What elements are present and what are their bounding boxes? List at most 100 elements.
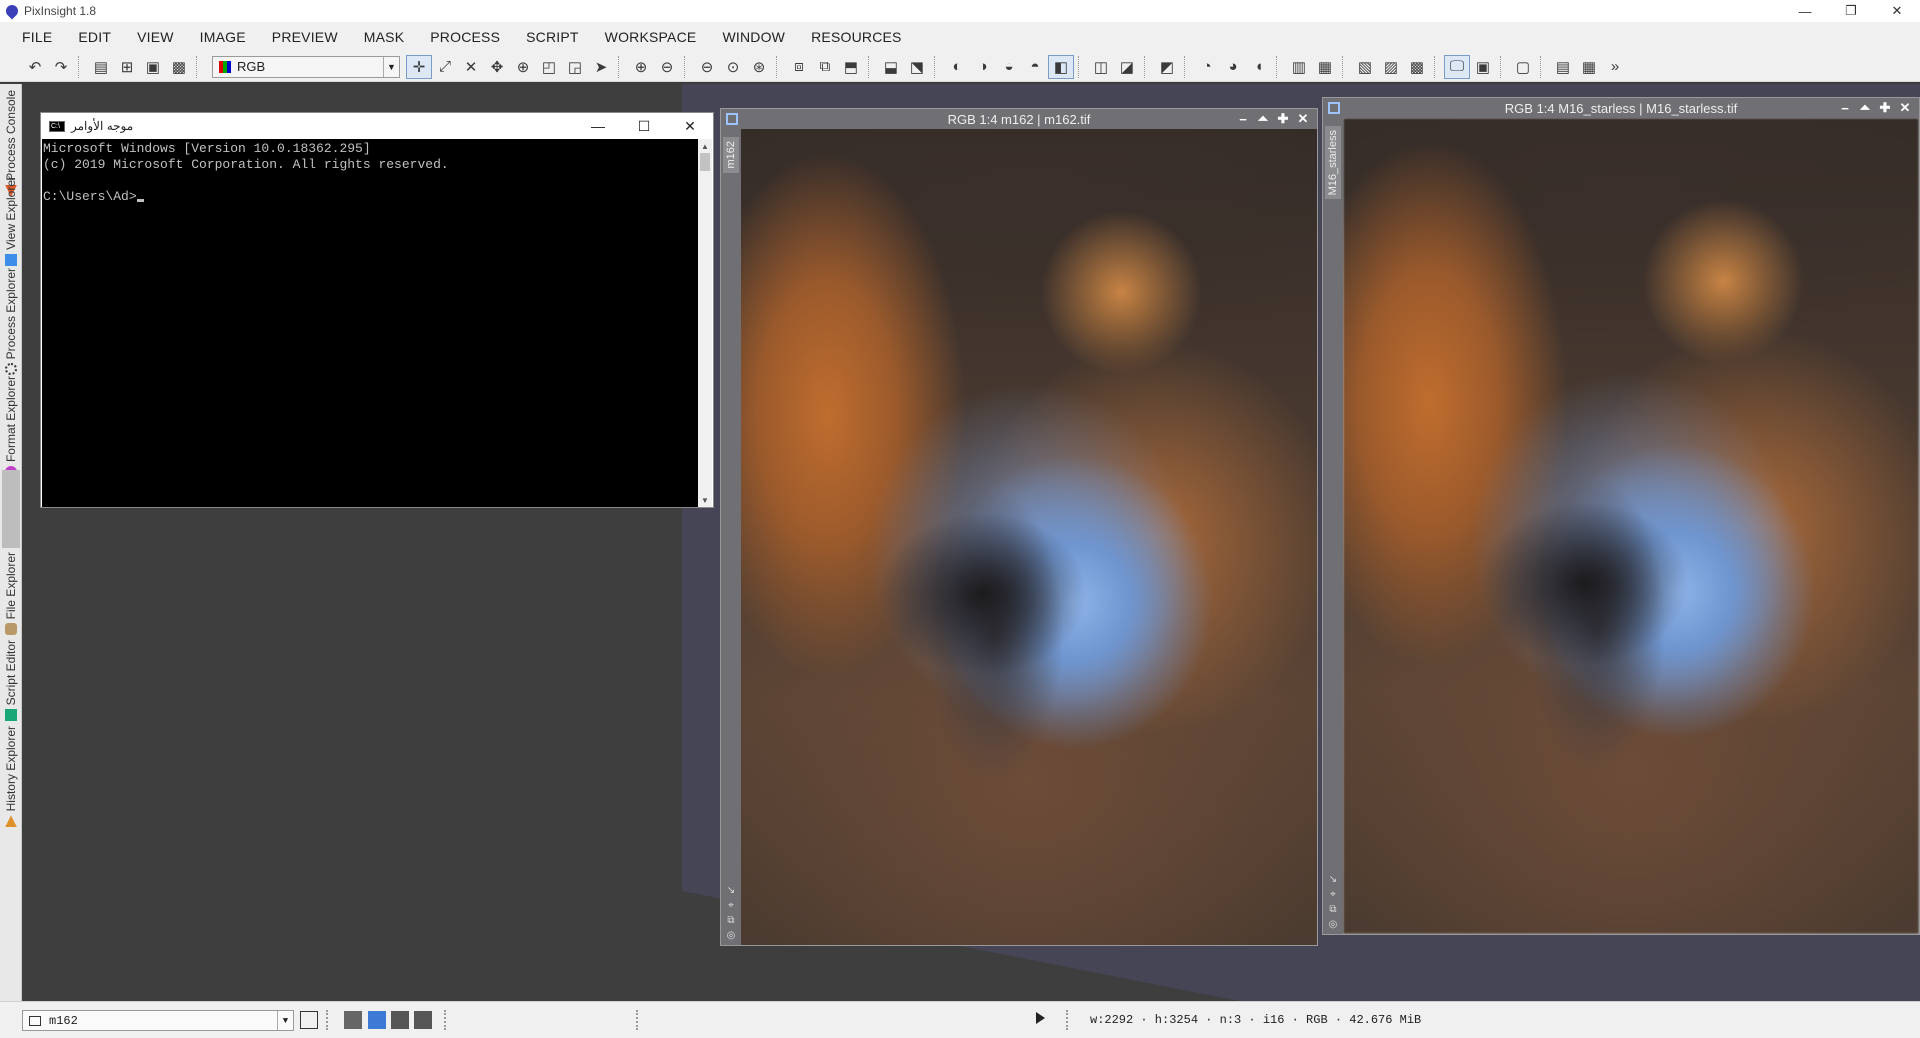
new-preview-mode-icon[interactable]: ◰ [536,55,562,79]
menu-view[interactable]: VIEW [127,29,190,45]
menu-workspace[interactable]: WORKSPACE [595,29,713,45]
view-selector[interactable]: m162 ▼ [22,1010,294,1031]
window-menu-icon[interactable] [726,113,738,125]
display-channel-icon[interactable] [391,1011,409,1029]
select-pointer-icon[interactable]: ➤ [588,55,614,79]
process-icon[interactable]: ▦ [1312,55,1338,79]
fit-view-icon[interactable]: ⧈ [786,55,812,79]
cmd-close-button[interactable]: ✕ [667,113,713,139]
shade-icon[interactable]: ⏶ [1855,100,1875,116]
preview-restore-icon[interactable]: ◩ [1154,55,1180,79]
zoom-out-mode-icon[interactable]: ✕ [458,55,484,79]
minimize-icon[interactable]: − [1835,101,1855,116]
center-mode-icon[interactable]: ⊕ [510,55,536,79]
process-container-icon[interactable]: ▥ [1286,55,1312,79]
image-viewport[interactable] [1343,118,1919,934]
minimize-button[interactable]: — [1782,0,1828,22]
mask-invert-icon[interactable]: ◒ [996,55,1022,79]
cmd-console-output[interactable]: Microsoft Windows [Version 10.0.18362.29… [42,139,699,507]
scroll-up-icon[interactable]: ▲ [698,139,712,153]
stf-icon[interactable]: ◔ [1194,55,1220,79]
maximize-icon[interactable]: ✚ [1875,100,1895,116]
zoom-in-icon[interactable]: ⊕ [628,55,654,79]
copy-icon[interactable]: ⧉ [727,915,734,926]
resources-icon[interactable]: ▤ [1550,55,1576,79]
preview-icon[interactable]: ◫ [1088,55,1114,79]
close-button[interactable]: ✕ [1874,0,1920,22]
image-window-m16-starless[interactable]: RGB 1:4 M16_starless | M16_starless.tif … [1322,97,1920,935]
script-edit-icon[interactable]: ▨ [1378,55,1404,79]
cmd-maximize-button[interactable]: ☐ [621,113,667,139]
shade-icon[interactable]: ⏶ [1253,111,1273,127]
view-window-icon[interactable] [300,1011,318,1029]
mask-select-icon[interactable]: ◑ [970,55,996,79]
mask-show-icon[interactable]: ◧ [1048,54,1074,79]
menu-mask[interactable]: MASK [354,29,420,45]
copy-icon[interactable]: ⧉ [1329,904,1336,915]
image-window-m162[interactable]: RGB 1:4 m162 | m162.tif − ⏶ ✚ ✕ m162 ↘ ⌖… [720,108,1318,946]
arrow-icon[interactable]: ↘ [1329,874,1337,885]
toolbar-overflow[interactable]: » [1602,55,1628,79]
tab-format-explorer[interactable]: Format Explorer [0,376,22,479]
tab-process-explorer[interactable]: Process Explorer [0,268,22,376]
display-channel-rgb-icon[interactable] [344,1011,362,1029]
mask-remove-icon[interactable]: ◓ [1022,55,1048,79]
zoom-fit-icon[interactable]: ⊙ [720,55,746,79]
restore-button[interactable]: ❐ [1828,0,1874,22]
window-menu-icon[interactable] [1328,102,1340,114]
zoom-in-mode-icon[interactable]: ⤢ [432,55,458,79]
view-identifier-tab[interactable]: M16_starless [1325,126,1341,200]
screen-fit-icon[interactable]: ⬒ [838,55,864,79]
menu-preview[interactable]: PREVIEW [262,29,354,45]
scroll-down-icon[interactable]: ▼ [698,493,712,507]
cmd-minimize-button[interactable]: — [575,113,621,139]
fit-window-icon[interactable]: ⧉ [812,55,838,79]
edit-preview-mode-icon[interactable]: ◲ [562,55,588,79]
menu-process[interactable]: PROCESS [420,29,516,45]
menu-resources[interactable]: RESOURCES [801,29,917,45]
color-space-select[interactable]: RGB ▼ [212,55,400,78]
close-icon[interactable]: ✕ [1895,100,1915,116]
target-icon[interactable]: ◎ [727,930,736,941]
window-cascade-icon[interactable]: ⬔ [904,55,930,79]
menu-script[interactable]: SCRIPT [516,29,595,45]
stf-reset-icon[interactable]: ◖ [1246,55,1272,79]
redo-icon[interactable]: ↷ [48,55,74,79]
command-prompt-window[interactable]: C:\ موجه الأوامر — ☐ ✕ Microsoft Windows… [40,112,714,508]
tab-history-explorer[interactable]: History Explorer [0,726,22,828]
cmd-scrollbar[interactable]: ▲ ▼ [698,139,712,507]
tab-script-editor[interactable]: Script Editor [0,640,22,722]
zoom-optimal-icon[interactable]: ⊛ [746,55,772,79]
zoom-out-icon[interactable]: ⊖ [654,55,680,79]
menu-file[interactable]: FILE [12,29,68,45]
image-viewport[interactable] [741,129,1317,945]
script-debug-icon[interactable]: ▩ [1404,55,1430,79]
script-run-icon[interactable]: ▧ [1352,55,1378,79]
window-tile-icon[interactable]: ⬓ [878,55,904,79]
display-channel-blue-icon[interactable] [368,1011,386,1029]
pan-mode-icon[interactable]: ✥ [484,55,510,79]
preview-store-icon[interactable]: ◪ [1114,55,1140,79]
stf-auto-icon[interactable]: ◕ [1220,55,1246,79]
help-icon[interactable]: ▦ [1576,55,1602,79]
menu-edit[interactable]: EDIT [68,29,127,45]
menu-window[interactable]: WINDOW [712,29,801,45]
crosshair-icon[interactable]: ⌖ [1330,889,1336,900]
workspace-monitor-icon[interactable]: 🖵 [1444,54,1470,79]
image-window-titlebar[interactable]: RGB 1:4 M16_starless | M16_starless.tif … [1323,98,1919,118]
target-icon[interactable]: ◎ [1329,919,1338,930]
maximize-icon[interactable]: ✚ [1273,111,1293,127]
scrollbar-thumb[interactable] [700,153,710,171]
zoom-1to1-icon[interactable]: ⊖ [694,55,720,79]
arrow-icon[interactable]: ↘ [727,885,735,896]
undo-icon[interactable]: ↶ [22,55,48,79]
tab-file-explorer[interactable]: File Explorer [0,552,22,636]
readout-mode-icon[interactable]: ✛ [406,54,432,79]
image-window-titlebar[interactable]: RGB 1:4 m162 | m162.tif − ⏶ ✚ ✕ [721,109,1317,129]
play-icon[interactable] [1036,1012,1045,1024]
image-properties-icon[interactable]: ▤ [88,55,114,79]
menu-image[interactable]: IMAGE [190,29,262,45]
minimize-icon[interactable]: − [1233,112,1253,127]
new-image-icon[interactable]: ⊞ [114,55,140,79]
rgb-channels-icon[interactable]: ▩ [166,55,192,79]
